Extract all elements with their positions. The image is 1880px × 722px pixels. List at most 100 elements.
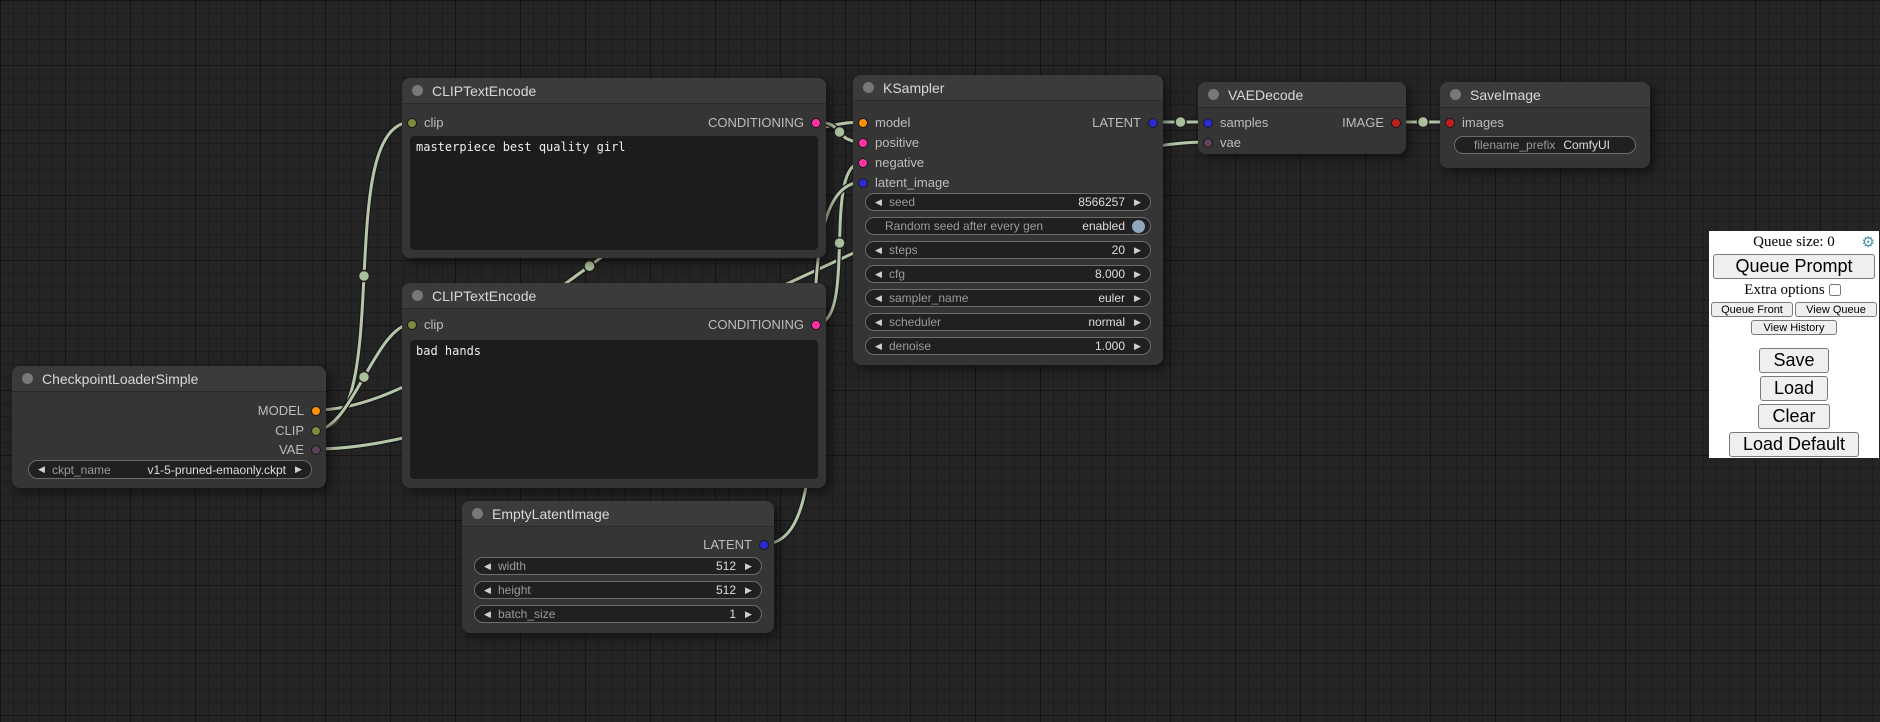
widget-cfg[interactable]: ◀ cfg 8.000 ▶ (865, 265, 1151, 283)
port-dot-images[interactable] (1445, 118, 1455, 128)
port-dot-samples[interactable] (1203, 118, 1213, 128)
positive-prompt-textarea[interactable]: masterpiece best quality girl (410, 136, 818, 250)
port-dot-latent[interactable] (759, 540, 769, 550)
collapse-dot-icon[interactable] (472, 508, 483, 519)
decrement-arrow-icon[interactable]: ◀ (873, 342, 884, 351)
increment-arrow-icon[interactable]: ▶ (743, 586, 754, 595)
widget-sampler-name[interactable]: ◀ sampler_name euler ▶ (865, 289, 1151, 307)
output-slot-conditioning[interactable]: CONDITIONING (708, 116, 821, 129)
node-title-bar[interactable]: KSampler (853, 75, 1163, 101)
widget-height[interactable]: ◀ height 512 ▶ (474, 581, 762, 599)
collapse-dot-icon[interactable] (863, 82, 874, 93)
input-slot-clip[interactable]: clip (407, 116, 444, 129)
collapse-dot-icon[interactable] (412, 85, 423, 96)
output-slot-model[interactable]: MODEL (258, 404, 321, 417)
port-dot-image[interactable] (1391, 118, 1401, 128)
decrement-arrow-icon[interactable]: ◀ (873, 198, 884, 207)
port-dot-positive[interactable] (858, 138, 868, 148)
decrement-arrow-icon[interactable]: ◀ (873, 294, 884, 303)
collapse-dot-icon[interactable] (22, 373, 33, 384)
input-slot-latent-image[interactable]: latent_image (858, 176, 949, 189)
increment-arrow-icon[interactable]: ▶ (1132, 246, 1143, 255)
increment-arrow-icon[interactable]: ▶ (1132, 342, 1143, 351)
input-slot-vae[interactable]: vae (1203, 136, 1241, 149)
decrement-arrow-icon[interactable]: ◀ (873, 246, 884, 255)
widget-batch-size[interactable]: ◀ batch_size 1 ▶ (474, 605, 762, 623)
port-dot-model[interactable] (858, 118, 868, 128)
increment-arrow-icon[interactable]: ▶ (743, 610, 754, 619)
input-slot-images[interactable]: images (1445, 116, 1504, 129)
increment-arrow-icon[interactable]: ▶ (1132, 294, 1143, 303)
port-dot-clip[interactable] (407, 118, 417, 128)
node-clip-text-encode-negative[interactable]: CLIPTextEncode clip CONDITIONING bad han… (402, 283, 826, 488)
view-queue-button[interactable]: View Queue (1795, 302, 1877, 317)
clear-button[interactable]: Clear (1758, 404, 1829, 429)
collapse-dot-icon[interactable] (1208, 89, 1219, 100)
increment-arrow-icon[interactable]: ▶ (293, 465, 304, 474)
output-slot-clip[interactable]: CLIP (275, 424, 321, 437)
port-dot-vae[interactable] (1203, 138, 1213, 148)
output-slot-conditioning[interactable]: CONDITIONING (708, 318, 821, 331)
node-empty-latent-image[interactable]: EmptyLatentImage LATENT ◀ width 512 ▶ ◀ … (462, 501, 774, 633)
decrement-arrow-icon[interactable]: ◀ (482, 586, 493, 595)
increment-arrow-icon[interactable]: ▶ (1132, 270, 1143, 279)
input-slot-model[interactable]: model (858, 116, 910, 129)
widget-ckpt-name[interactable]: ◀ ckpt_name v1-5-pruned-emaonly.ckpt ▶ (28, 460, 312, 479)
node-title-bar[interactable]: CLIPTextEncode (402, 283, 826, 309)
decrement-arrow-icon[interactable]: ◀ (36, 465, 47, 474)
view-history-button[interactable]: View History (1751, 320, 1837, 335)
port-dot-negative[interactable] (858, 158, 868, 168)
node-title-bar[interactable]: SaveImage (1440, 82, 1650, 108)
decrement-arrow-icon[interactable]: ◀ (873, 318, 884, 327)
port-dot-latent[interactable] (1148, 118, 1158, 128)
node-save-image[interactable]: SaveImage images filename_prefix ComfyUI (1440, 82, 1650, 168)
node-clip-text-encode-positive[interactable]: CLIPTextEncode clip CONDITIONING masterp… (402, 78, 826, 258)
increment-arrow-icon[interactable]: ▶ (743, 562, 754, 571)
port-dot-model[interactable] (311, 406, 321, 416)
node-title-bar[interactable]: VAEDecode (1198, 82, 1406, 108)
node-ksampler[interactable]: KSampler model positive negative latent_… (853, 75, 1163, 365)
node-title-bar[interactable]: CLIPTextEncode (402, 78, 826, 104)
queue-front-button[interactable]: Queue Front (1711, 302, 1793, 317)
output-slot-vae[interactable]: VAE (279, 443, 321, 456)
input-slot-samples[interactable]: samples (1203, 116, 1268, 129)
output-slot-image[interactable]: IMAGE (1342, 116, 1401, 129)
collapse-dot-icon[interactable] (412, 290, 423, 301)
decrement-arrow-icon[interactable]: ◀ (873, 270, 884, 279)
node-title-bar[interactable]: CheckpointLoaderSimple (12, 366, 326, 392)
save-button[interactable]: Save (1759, 348, 1828, 373)
widget-denoise[interactable]: ◀ denoise 1.000 ▶ (865, 337, 1151, 355)
collapse-dot-icon[interactable] (1450, 89, 1461, 100)
port-dot-latent-image[interactable] (858, 178, 868, 188)
widget-random-seed-toggle[interactable]: Random seed after every gen enabled (865, 217, 1151, 235)
input-slot-negative[interactable]: negative (858, 156, 924, 169)
queue-prompt-button[interactable]: Queue Prompt (1713, 254, 1875, 279)
extra-options-checkbox[interactable] (1829, 284, 1841, 296)
decrement-arrow-icon[interactable]: ◀ (482, 610, 493, 619)
widget-width[interactable]: ◀ width 512 ▶ (474, 557, 762, 575)
increment-arrow-icon[interactable]: ▶ (1132, 198, 1143, 207)
port-dot-vae[interactable] (311, 445, 321, 455)
input-slot-clip[interactable]: clip (407, 318, 444, 331)
input-slot-positive[interactable]: positive (858, 136, 919, 149)
toggle-dot-icon[interactable] (1132, 220, 1145, 233)
negative-prompt-textarea[interactable]: bad hands (410, 340, 818, 479)
port-dot-conditioning[interactable] (811, 118, 821, 128)
settings-gear-icon[interactable]: ⚙ (1862, 234, 1875, 250)
node-checkpoint-loader[interactable]: CheckpointLoaderSimple MODEL CLIP VAE ◀ … (12, 366, 326, 488)
output-slot-latent[interactable]: LATENT (703, 538, 769, 551)
node-vae-decode[interactable]: VAEDecode samples vae IMAGE (1198, 82, 1406, 154)
load-default-button[interactable]: Load Default (1729, 432, 1859, 457)
widget-steps[interactable]: ◀ steps 20 ▶ (865, 241, 1151, 259)
node-title-bar[interactable]: EmptyLatentImage (462, 501, 774, 527)
widget-scheduler[interactable]: ◀ scheduler normal ▶ (865, 313, 1151, 331)
port-dot-clip[interactable] (311, 426, 321, 436)
widget-filename-prefix[interactable]: filename_prefix ComfyUI (1454, 136, 1636, 154)
increment-arrow-icon[interactable]: ▶ (1132, 318, 1143, 327)
port-dot-clip[interactable] (407, 320, 417, 330)
load-button[interactable]: Load (1760, 376, 1828, 401)
node-graph-canvas[interactable]: CheckpointLoaderSimple MODEL CLIP VAE ◀ … (0, 0, 1880, 722)
output-slot-latent[interactable]: LATENT (1092, 116, 1158, 129)
port-dot-conditioning[interactable] (811, 320, 821, 330)
widget-seed[interactable]: ◀ seed 8566257 ▶ (865, 193, 1151, 211)
